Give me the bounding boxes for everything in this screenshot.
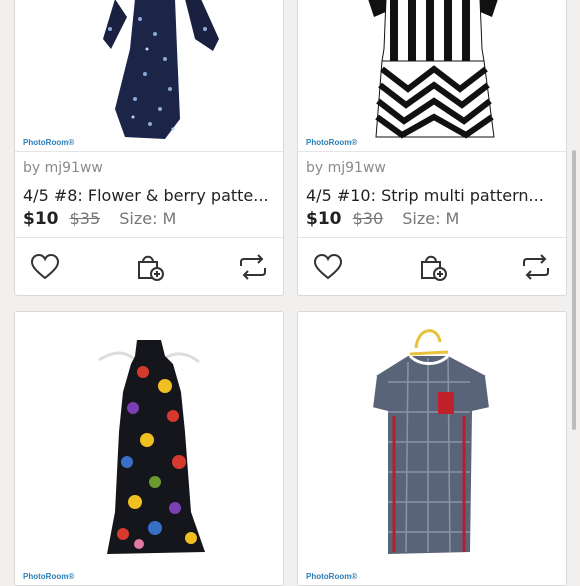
listing-photo-3[interactable]: PhotoRoom® xyxy=(15,312,283,585)
floral-dress-image xyxy=(103,0,219,139)
heart-icon[interactable] xyxy=(312,252,344,282)
floral-sleeveless-dress-image xyxy=(98,340,205,554)
listing-photo-1[interactable]: PhotoRoom® xyxy=(15,0,283,153)
add-to-bundle-icon[interactable] xyxy=(417,252,449,282)
listing-photo-2[interactable]: PhotoRoom® xyxy=(298,0,566,153)
listing-size: Size: M xyxy=(402,209,460,228)
original-price: $35 xyxy=(69,209,101,228)
price-row: $10 $35 Size: M xyxy=(23,209,176,229)
photoroom-watermark: PhotoRoom® xyxy=(306,138,358,147)
original-price: $30 xyxy=(352,209,384,228)
photoroom-watermark: PhotoRoom® xyxy=(23,138,75,147)
listing-card-3[interactable]: PhotoRoom® xyxy=(14,311,284,586)
seller-name[interactable]: by mj91ww xyxy=(306,160,386,176)
chevron-dress-image xyxy=(368,0,498,139)
share-icon[interactable] xyxy=(520,252,552,282)
listing-title[interactable]: 4/5 #8: Flower & berry patte... xyxy=(23,186,275,205)
plaid-tshirt-dress-image xyxy=(370,329,492,554)
listing-info-1: by mj91ww 4/5 #8: Flower & berry patte..… xyxy=(15,151,283,236)
listing-price: $10 xyxy=(23,209,59,229)
price-row: $10 $30 Size: M xyxy=(306,209,459,229)
listing-photo-4[interactable]: PhotoRoom® xyxy=(298,312,566,585)
heart-icon[interactable] xyxy=(29,252,61,282)
listing-card-1[interactable]: PhotoRoom® by mj91ww 4/5 #8: Flower & be… xyxy=(14,0,284,296)
share-icon[interactable] xyxy=(237,252,269,282)
listing-actions xyxy=(298,237,566,295)
listing-title[interactable]: 4/5 #10: Strip multi pattern... xyxy=(306,186,558,205)
listing-actions xyxy=(15,237,283,295)
listing-card-4[interactable]: PhotoRoom® xyxy=(297,311,567,586)
listing-info-2: by mj91ww 4/5 #10: Strip multi pattern..… xyxy=(298,151,566,236)
listing-size: Size: M xyxy=(119,209,177,228)
add-to-bundle-icon[interactable] xyxy=(134,252,166,282)
scrollbar[interactable] xyxy=(572,150,576,430)
seller-name[interactable]: by mj91ww xyxy=(23,160,103,176)
listing-price: $10 xyxy=(306,209,342,229)
listing-card-2[interactable]: PhotoRoom® by mj91ww 4/5 #10: Strip mult… xyxy=(297,0,567,296)
